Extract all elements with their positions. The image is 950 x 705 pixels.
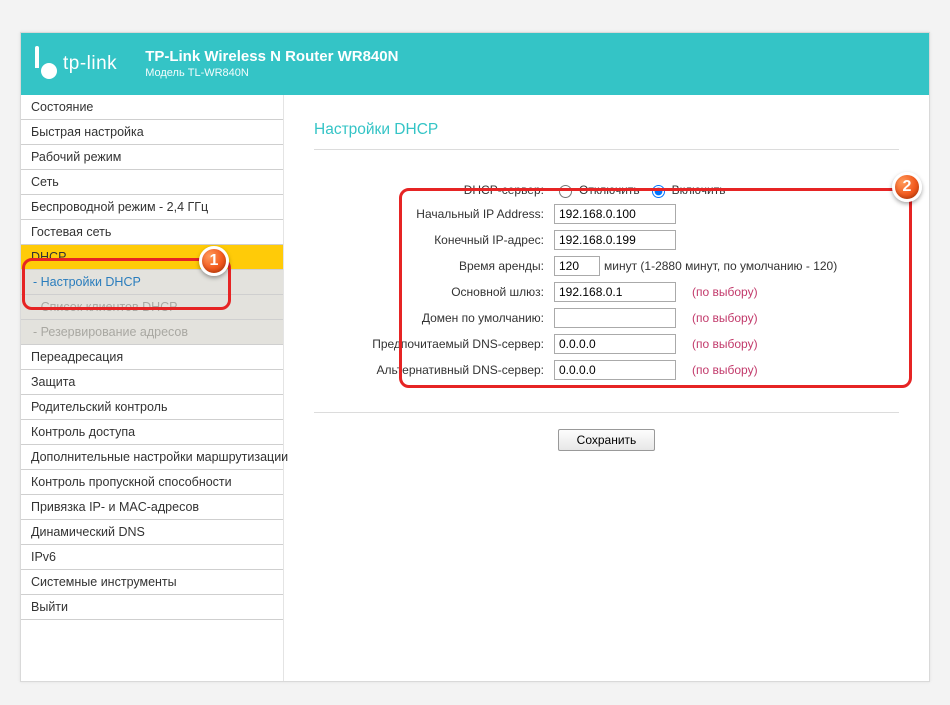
label-start-ip: Начальный IP Address: <box>314 207 554 221</box>
altdns-optional: (по выбору) <box>692 363 758 377</box>
product-model: Модель TL-WR840N <box>145 67 398 81</box>
app-frame: tp-link TP-Link Wireless N Router WR840N… <box>20 32 930 682</box>
nav-wireless-24[interactable]: Беспроводной режим - 2,4 ГГц <box>21 195 283 220</box>
row-gateway: Основной шлюз: (по выбору) <box>314 282 879 302</box>
brand-logo: tp-link <box>33 52 117 76</box>
domain-optional: (по выбору) <box>692 311 758 325</box>
row-lease: Время аренды: минут (1-2880 минут, по ум… <box>314 256 879 276</box>
nav-adv-routing[interactable]: Дополнительные настройки маршрутизации <box>21 445 283 470</box>
row-pref-dns: Предпочитаемый DNS-сервер: (по выбору) <box>314 334 879 354</box>
save-button[interactable]: Сохранить <box>558 429 656 451</box>
nav-parental[interactable]: Родительский контроль <box>21 395 283 420</box>
page-title: Настройки DHCP <box>314 121 899 139</box>
nav-dhcp[interactable]: DHCP <box>21 245 283 270</box>
radio-dhcp-disable[interactable] <box>559 185 572 198</box>
content: Настройки DHCP DHCP-сервер: Отключить Вк… <box>284 95 929 681</box>
brand-text: tp-link <box>63 53 117 75</box>
dhcp-form: DHCP-сервер: Отключить Включить Начальны… <box>314 176 899 398</box>
radio-dhcp-enable[interactable] <box>652 185 665 198</box>
nav-dhcp-clients[interactable]: - Список клиентов DHCP <box>21 295 283 320</box>
product-title: TP-Link Wireless N Router WR840N <box>145 48 398 67</box>
input-pref-dns[interactable] <box>554 334 676 354</box>
sidebar: Состояние Быстрая настройка Рабочий режи… <box>21 95 284 681</box>
prefdns-optional: (по выбору) <box>692 337 758 351</box>
label-lease: Время аренды: <box>314 259 554 273</box>
label-pref-dns: Предпочитаемый DNS-сервер: <box>314 337 554 351</box>
nav-forwarding[interactable]: Переадресация <box>21 345 283 370</box>
save-row: Сохранить <box>314 429 899 451</box>
input-alt-dns[interactable] <box>554 360 676 380</box>
input-default-domain[interactable] <box>554 308 676 328</box>
nav-guest-network[interactable]: Гостевая сеть <box>21 220 283 245</box>
input-gateway[interactable] <box>554 282 676 302</box>
nav-dhcp-reservation[interactable]: - Резервирование адресов <box>21 320 283 345</box>
header-bar: tp-link TP-Link Wireless N Router WR840N… <box>21 33 929 95</box>
nav-dhcp-settings[interactable]: - Настройки DHCP <box>21 270 283 295</box>
brand-logo-icon <box>33 52 57 76</box>
label-alt-dns: Альтернативный DNS-сервер: <box>314 363 554 377</box>
nav-operation-mode[interactable]: Рабочий режим <box>21 145 283 170</box>
label-default-domain: Домен по умолчанию: <box>314 311 554 325</box>
input-end-ip[interactable] <box>554 230 676 250</box>
title-separator <box>314 149 899 150</box>
nav-access-control[interactable]: Контроль доступа <box>21 420 283 445</box>
nav-security[interactable]: Защита <box>21 370 283 395</box>
body: Состояние Быстрая настройка Рабочий режи… <box>21 95 929 681</box>
nav-quick-setup[interactable]: Быстрая настройка <box>21 120 283 145</box>
lease-hint: минут (1-2880 минут, по умолчанию - 120) <box>604 259 837 273</box>
label-gateway: Основной шлюз: <box>314 285 554 299</box>
input-start-ip[interactable] <box>554 204 676 224</box>
nav-status[interactable]: Состояние <box>21 95 283 120</box>
row-dhcp-server: DHCP-сервер: Отключить Включить <box>314 182 879 198</box>
form-separator <box>314 412 899 413</box>
header-titles: TP-Link Wireless N Router WR840N Модель … <box>145 48 398 81</box>
nav-ipv6[interactable]: IPv6 <box>21 545 283 570</box>
nav-network[interactable]: Сеть <box>21 170 283 195</box>
input-lease[interactable] <box>554 256 600 276</box>
radio-dhcp-disable-label: Отключить <box>579 183 640 197</box>
label-end-ip: Конечный IP-адрес: <box>314 233 554 247</box>
row-end-ip: Конечный IP-адрес: <box>314 230 879 250</box>
radio-dhcp-enable-label: Включить <box>672 183 726 197</box>
nav-bandwidth[interactable]: Контроль пропускной способности <box>21 470 283 495</box>
nav-logout[interactable]: Выйти <box>21 595 283 620</box>
row-default-domain: Домен по умолчанию: (по выбору) <box>314 308 879 328</box>
nav-ip-mac-binding[interactable]: Привязка IP- и MAC-адресов <box>21 495 283 520</box>
row-alt-dns: Альтернативный DNS-сервер: (по выбору) <box>314 360 879 380</box>
nav-system-tools[interactable]: Системные инструменты <box>21 570 283 595</box>
nav-ddns[interactable]: Динамический DNS <box>21 520 283 545</box>
gateway-optional: (по выбору) <box>692 285 758 299</box>
row-start-ip: Начальный IP Address: <box>314 204 879 224</box>
label-dhcp-server: DHCP-сервер: <box>314 183 554 197</box>
